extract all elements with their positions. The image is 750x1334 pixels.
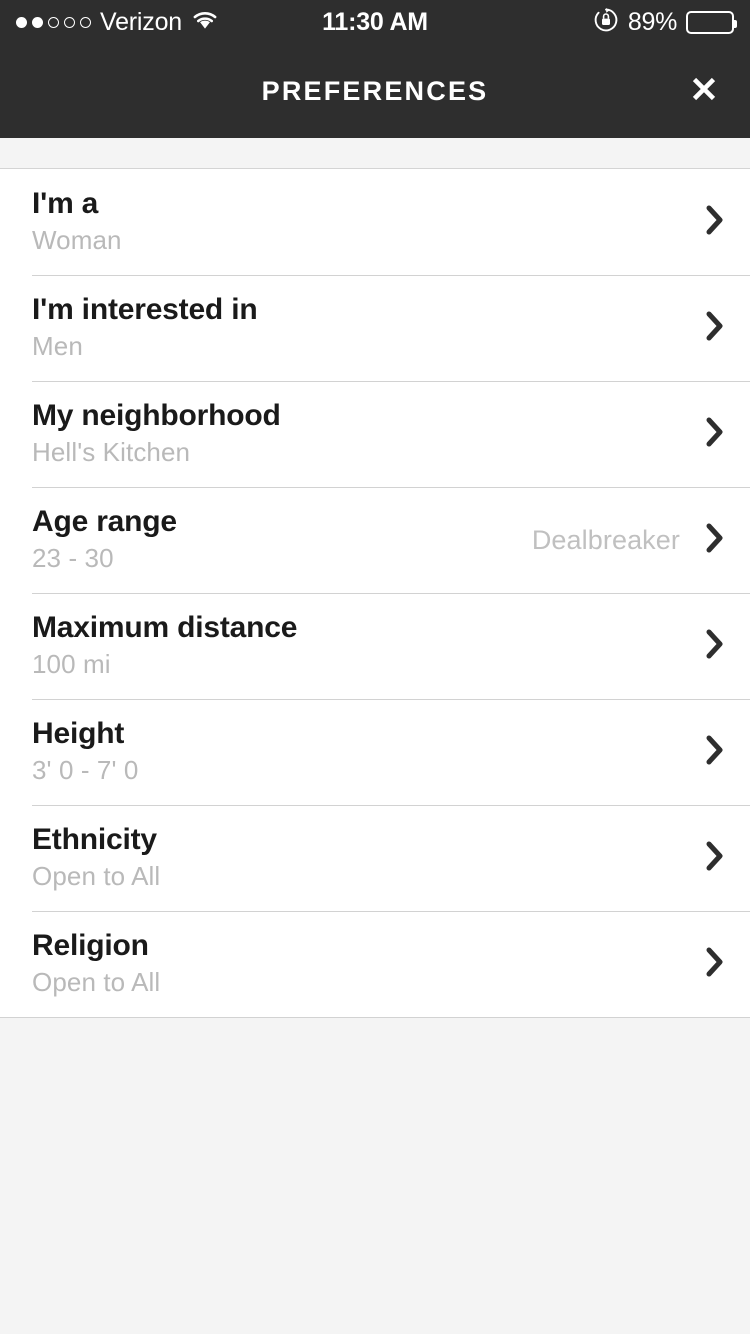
chevron-right-icon [704, 945, 726, 984]
preference-row-title: Religion [32, 928, 149, 962]
page-header: PREFERENCES [0, 44, 750, 138]
chevron-right-icon [704, 203, 726, 242]
chevron-right-icon [704, 309, 726, 348]
preference-row-text: Height 3' 0 - 7' 0 [32, 716, 704, 788]
carrier-label: Verizon [100, 7, 182, 36]
preference-row[interactable]: My neighborhood Hell's Kitchen [0, 381, 750, 487]
cellular-signal-icon [16, 16, 91, 28]
preference-row-text: Religion Open to All [32, 928, 704, 1000]
preference-row[interactable]: Ethnicity Open to All [0, 805, 750, 911]
section-gap [0, 138, 750, 169]
chevron-right-icon [704, 733, 726, 772]
preference-row-text: Maximum distance 100 mi [32, 610, 704, 682]
preference-row-title: Age range [32, 504, 177, 538]
preference-row-value: 3' 0 - 7' 0 [32, 755, 139, 786]
preference-row-text: I'm a Woman [32, 186, 704, 258]
preference-row-value: Woman [32, 225, 122, 256]
chevron-right-icon [704, 839, 726, 878]
chevron-right-icon [704, 415, 726, 454]
preference-row-text: I'm interested in Men [32, 292, 704, 364]
close-icon [689, 74, 719, 109]
status-bar-right: 89% [593, 7, 737, 38]
preference-row-text: My neighborhood Hell's Kitchen [32, 398, 704, 470]
wifi-icon [191, 9, 219, 35]
status-bar: Verizon 11:30 AM 89% [0, 0, 750, 44]
preference-row[interactable]: I'm a Woman [0, 169, 750, 275]
preference-row[interactable]: I'm interested in Men [0, 275, 750, 381]
preference-row-text: Age range 23 - 30 [32, 504, 532, 576]
page-title: PREFERENCES [261, 75, 489, 106]
preference-row-title: Maximum distance [32, 610, 298, 644]
preference-row-title: Height [32, 716, 125, 750]
preference-row-title: I'm a [32, 186, 99, 220]
preference-row-value: Open to All [32, 861, 161, 892]
preference-row-value: 23 - 30 [32, 543, 114, 574]
preference-row-value: Open to All [32, 967, 161, 998]
preference-row-value: 100 mi [32, 649, 111, 680]
battery-percent-label: 89% [627, 7, 677, 36]
preference-row-title: I'm interested in [32, 292, 258, 326]
preference-row[interactable]: Maximum distance 100 mi [0, 593, 750, 699]
preference-row-value: Hell's Kitchen [32, 437, 191, 468]
preference-row-title: My neighborhood [32, 398, 281, 432]
preference-row-text: Ethnicity Open to All [32, 822, 704, 894]
battery-icon [686, 10, 737, 34]
preference-row-title: Ethnicity [32, 822, 157, 856]
preference-row[interactable]: Age range 23 - 30 Dealbreaker [0, 487, 750, 593]
status-bar-left: Verizon [16, 9, 219, 35]
preference-row[interactable]: Religion Open to All [0, 911, 750, 1017]
chevron-right-icon [704, 627, 726, 666]
chevron-right-icon [704, 521, 726, 560]
rotation-lock-icon [593, 7, 619, 38]
dealbreaker-label: Dealbreaker [531, 524, 680, 555]
preferences-list: I'm a Woman I'm interested in Men My neighbo… [0, 169, 750, 1018]
preference-row-value: Men [32, 331, 83, 362]
close-button[interactable] [658, 44, 750, 138]
preference-row[interactable]: Height 3' 0 - 7' 0 [0, 699, 750, 805]
